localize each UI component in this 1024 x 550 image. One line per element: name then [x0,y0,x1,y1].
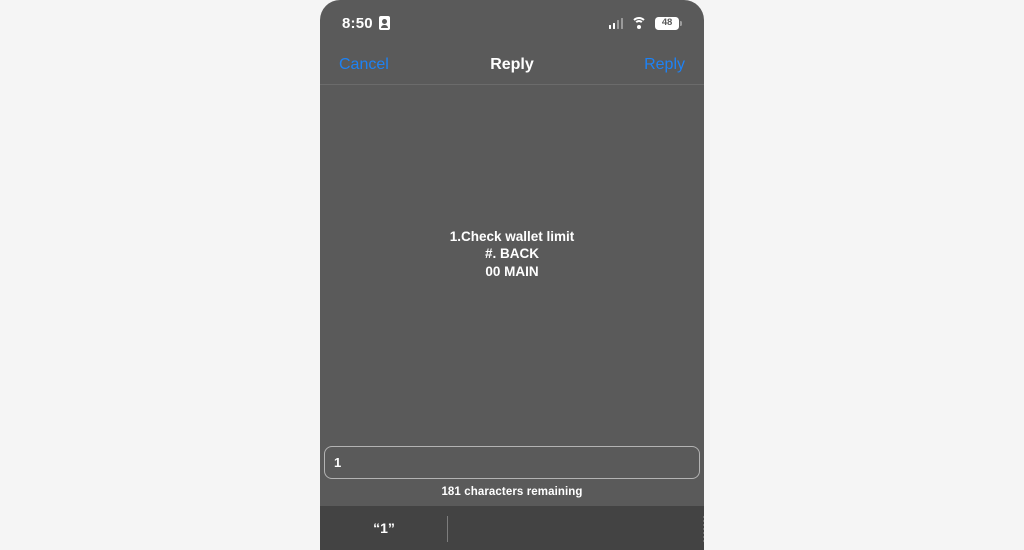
screenshot-root: 8:50 48 Cancel Reply Reply 1.Check walle… [0,0,1024,550]
reply-input-area: 181 characters remaining [320,441,704,505]
battery-body: 48 [655,16,679,30]
reply-input[interactable] [324,446,700,479]
battery-icon: 48 [655,16,682,30]
suggestion-item-2[interactable] [448,506,704,550]
phone-screen: 8:50 48 Cancel Reply Reply 1.Check walle… [320,0,704,550]
status-bar: 8:50 48 [320,0,704,46]
message-line: #. BACK [484,246,539,262]
suggestion-label: “1” [373,520,395,536]
message-line: 00 MAIN [485,263,539,279]
status-bar-clock: 8:50 [342,14,373,32]
navigation-bar: Cancel Reply Reply [320,46,704,84]
characters-remaining-label: 181 characters remaining [441,486,583,498]
status-bar-left: 8:50 [342,16,390,31]
keyboard-suggestion-bar: “1” [320,506,704,550]
suggestion-item-1[interactable]: “1” [320,506,448,550]
battery-percent-label: 48 [661,17,673,29]
message-line: 1.Check wallet limit [449,228,575,244]
battery-tip [680,20,682,26]
wifi-icon [631,17,647,29]
status-bar-right: 48 [608,16,682,30]
cancel-button[interactable]: Cancel [339,57,389,73]
contact-card-icon [378,16,390,30]
suggestion-item-3[interactable] [576,506,704,550]
message-body: 1.Check wallet limit #. BACK 00 MAIN [320,85,704,441]
ussd-message-text: 1.Check wallet limit #. BACK 00 MAIN [450,228,575,281]
cellular-signal-icon [608,17,623,29]
reply-button[interactable]: Reply [644,57,685,73]
